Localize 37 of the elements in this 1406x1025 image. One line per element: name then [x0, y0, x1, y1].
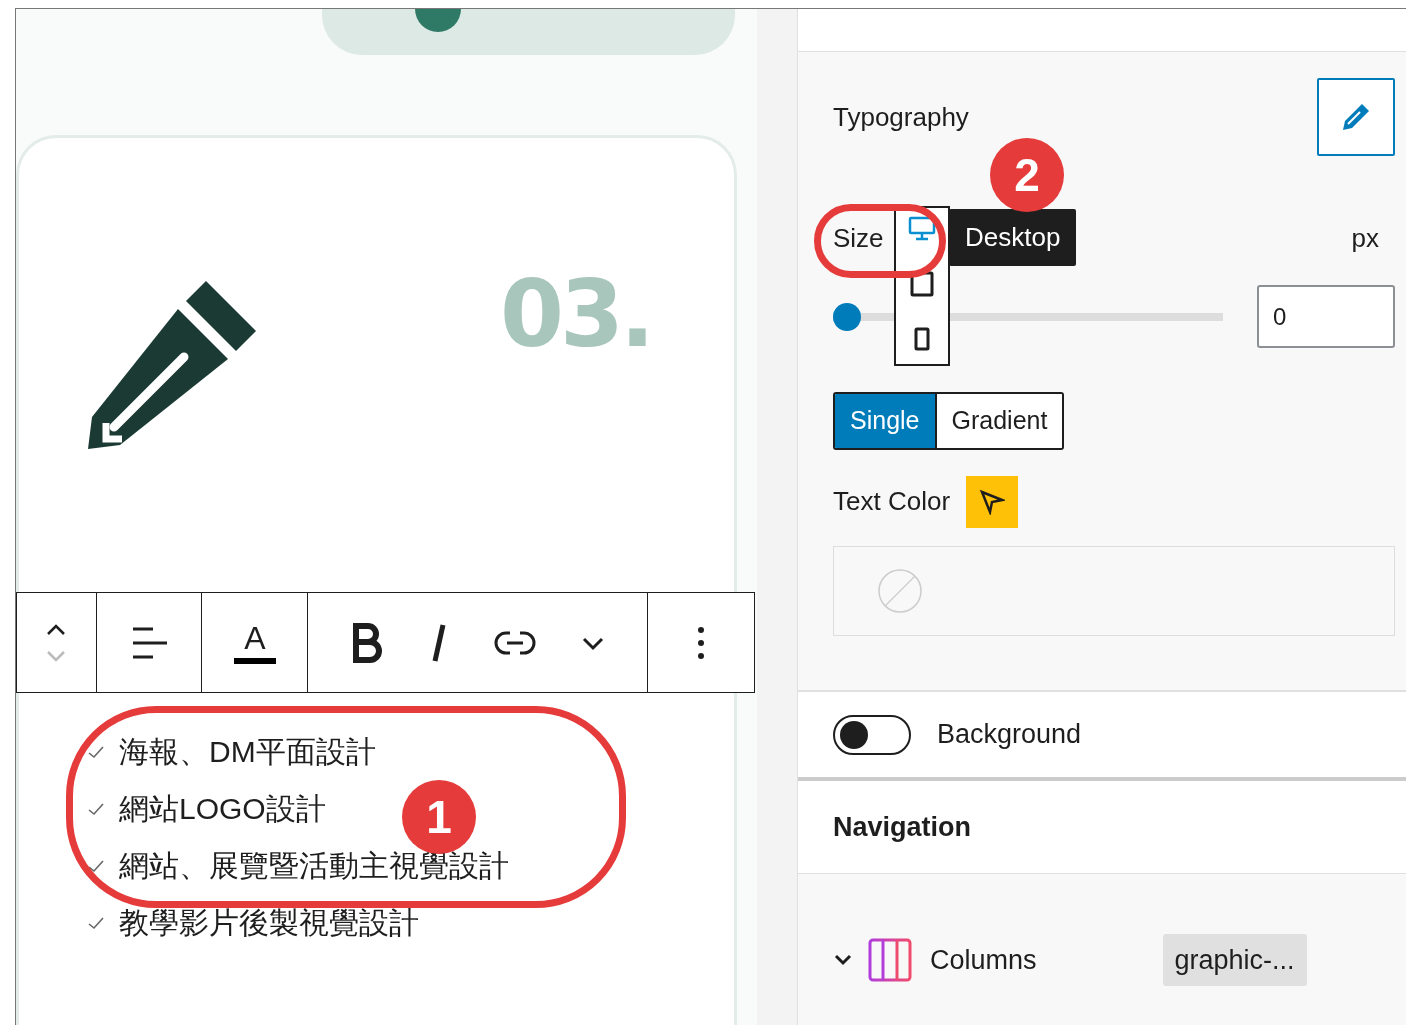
check-icon [87, 915, 105, 930]
text-color-label: Text Color [833, 485, 951, 518]
check-icon [87, 801, 105, 816]
edit-button[interactable] [1317, 78, 1395, 156]
typography-label: Typography [833, 100, 969, 134]
background-label: Background [937, 718, 1082, 752]
slider-thumb[interactable] [833, 302, 861, 331]
color-mode-tab[interactable]: Gradient [934, 394, 1063, 448]
picker-button[interactable] [966, 475, 1019, 528]
tablet-icon [910, 271, 934, 297]
block-name[interactable]: Columns [930, 939, 1037, 981]
columns-icon [868, 938, 912, 982]
cursor-icon [979, 488, 1006, 515]
number-field[interactable]: 0 [1257, 285, 1395, 348]
size-label: Size [833, 221, 884, 255]
desktop-icon [908, 216, 936, 241]
tooltip: Desktop [949, 209, 1077, 266]
check-icon [87, 858, 105, 873]
check-icon [87, 744, 105, 759]
desktop-option[interactable] [908, 216, 936, 241]
navigation-title: Navigation [798, 781, 1406, 874]
list-item-text: 教學影片後製視覺設計 [119, 905, 419, 941]
text-color-button[interactable]: A [227, 615, 282, 670]
phone-icon [914, 327, 930, 351]
toggle-switch[interactable] [833, 714, 911, 755]
pencil-icon [1340, 101, 1372, 133]
no-color-icon [877, 567, 923, 614]
list-item-text: 海報、DM平面設計 [119, 734, 376, 770]
phone-option[interactable] [914, 327, 930, 351]
card-number: 03. [500, 260, 651, 370]
tablet-option[interactable] [910, 271, 934, 297]
list-item-text: 網站LOGO設計 [119, 791, 326, 827]
color-mode-tab[interactable]: Single [835, 394, 935, 448]
unit-label: px [1351, 221, 1379, 255]
chevron-down-icon[interactable] [833, 953, 853, 967]
anchor-tag: graphic-... [1162, 933, 1307, 987]
more-vertical-icon [697, 624, 706, 661]
